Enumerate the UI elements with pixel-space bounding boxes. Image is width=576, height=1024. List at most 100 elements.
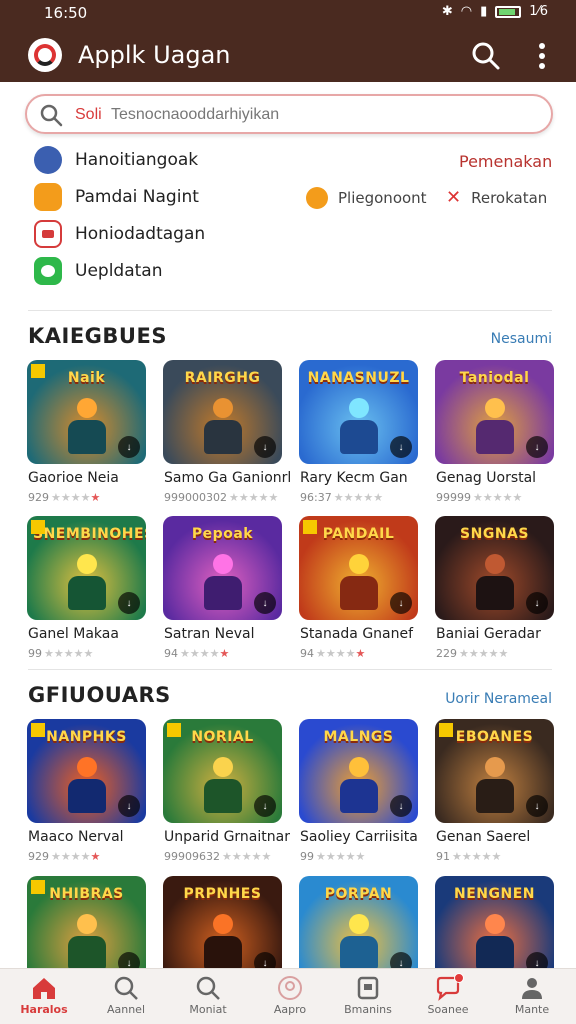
game-tile[interactable]: NANASNUZL ↓: [299, 360, 418, 464]
game-name[interactable]: Gaorioe Neia: [28, 470, 153, 486]
game-character-figure: [473, 398, 517, 454]
download-badge-icon: ↓: [390, 436, 412, 458]
game-rating: 99999 ★★★★★: [436, 491, 561, 504]
star-rating-icon: ★★★★★: [316, 850, 366, 863]
bottom-navigation: Haralos Aannel Moniat Aapro Bmanins Soanee Man…: [0, 968, 576, 1024]
game-rating: 99909632 ★★★★★: [164, 850, 289, 863]
game-name[interactable]: Stanada Gnanef: [300, 626, 425, 642]
status-extra: 1⁄6: [529, 4, 548, 19]
search-icon: [194, 975, 222, 1001]
nav-item-bmanins[interactable]: Bmanins: [328, 975, 408, 1016]
game-tile[interactable]: RAIRGHG ↓: [163, 360, 282, 464]
featured-tag-icon: [439, 723, 453, 737]
nav-label: Aapro: [273, 1003, 307, 1016]
game-name[interactable]: Ganel Makaa: [28, 626, 153, 642]
game-cover-title: SNGNAS: [460, 526, 529, 542]
status-bar: 16:50 ✱ ◠ ▮ 1⁄6: [0, 0, 576, 28]
game-name[interactable]: Rary Kecm Gan: [300, 470, 425, 486]
game-tile[interactable]: SNEMBINOHES ↓: [27, 516, 146, 620]
featured-tag-icon: [31, 723, 45, 737]
side-link-mid[interactable]: Pliegonoont: [306, 187, 427, 209]
game-cover-title: Naik: [67, 370, 106, 386]
status-time: 16:50: [44, 4, 88, 22]
coin-icon: [306, 187, 328, 209]
star-rating-icon: ★★★★★: [44, 647, 94, 660]
game-tile[interactable]: Naik ↓: [27, 360, 146, 464]
side-link-top[interactable]: Pemenakan: [459, 152, 552, 171]
more-options-button[interactable]: [530, 40, 554, 72]
nav-item-aapro[interactable]: Aapro: [250, 975, 330, 1016]
game-name[interactable]: Maaco Nerval: [28, 829, 153, 845]
game-character-figure: [201, 914, 245, 970]
game-tile[interactable]: PORPAN ↓: [299, 876, 418, 980]
game-name[interactable]: Genan Saerel: [436, 829, 561, 845]
game-tile[interactable]: NENGNEN ↓: [435, 876, 554, 980]
game-cover-title: Taniodal: [459, 370, 530, 386]
nav-item-aannel[interactable]: Aannel: [86, 975, 166, 1016]
search-input[interactable]: [111, 102, 531, 128]
game-tile[interactable]: EBOANES ↓: [435, 719, 554, 823]
game-tile[interactable]: NHIBRAS ↓: [27, 876, 146, 980]
download-badge-icon: ↓: [390, 592, 412, 614]
category-row-1[interactable]: Hanoitiangoak: [34, 146, 198, 174]
nav-item-haralos[interactable]: Haralos: [4, 975, 84, 1016]
app-bar: Applk Uagan: [0, 28, 576, 82]
nav-item-moniat[interactable]: Moniat: [168, 975, 248, 1016]
game-cover-title: RAIRGHG: [184, 370, 261, 386]
nav-item-mante[interactable]: Mante: [492, 975, 572, 1016]
category-row-3[interactable]: Honiodadtagan: [34, 220, 205, 248]
game-rating: 91 ★★★★★: [436, 850, 561, 863]
game-tile[interactable]: PANDAIL ↓: [299, 516, 418, 620]
featured-tag-icon: [167, 723, 181, 737]
chat-icon: [434, 973, 464, 1001]
game-tile[interactable]: SNGNAS ↓: [435, 516, 554, 620]
game-rating: 96:37 ★★★★★: [300, 491, 425, 504]
status-icons: ✱ ◠ ▮ 1⁄6: [442, 4, 548, 19]
star-rating-icon: ★★★★★: [473, 491, 523, 504]
game-name[interactable]: Baniai Geradar: [436, 626, 561, 642]
rating-count: 94: [164, 647, 178, 660]
section-see-all-link[interactable]: Uorir Nerameal: [445, 691, 552, 707]
star-rating-icon: ★★★★★: [316, 647, 366, 660]
game-name[interactable]: Unparid Grnaitnar: [164, 829, 290, 845]
search-icon: [112, 975, 140, 1001]
section-see-all-link[interactable]: Nesaumi: [491, 331, 552, 347]
nav-label: Moniat: [189, 1003, 227, 1016]
game-character-figure: [337, 914, 381, 970]
category-row-4[interactable]: Uepldatan: [34, 257, 162, 285]
game-tile[interactable]: Pepoak ↓: [163, 516, 282, 620]
download-badge-icon: ↓: [390, 795, 412, 817]
game-character-figure: [201, 757, 245, 813]
document-icon: [354, 975, 382, 1001]
divider: [28, 310, 552, 311]
rating-count: 96:37: [300, 491, 332, 504]
game-name[interactable]: Genag Uorstal: [436, 470, 561, 486]
game-tile[interactable]: NORIAL ↓: [163, 719, 282, 823]
game-rating: 929 ★★★★★: [28, 850, 153, 863]
game-cover-title: EBOANES: [455, 729, 534, 745]
section-title: GFIUOUARS: [28, 683, 171, 707]
game-rating: 94 ★★★★★: [164, 647, 289, 660]
nav-item-soanee[interactable]: Soanee: [408, 973, 488, 1016]
game-name[interactable]: Satran Neval: [164, 626, 289, 642]
game-tile[interactable]: NANPHKS ↓: [27, 719, 146, 823]
search-bar[interactable]: Soli: [25, 94, 553, 134]
side-link-right[interactable]: ✕ Rerokatan: [446, 187, 547, 208]
category-label: Honiodadtagan: [75, 224, 206, 244]
search-button[interactable]: [470, 40, 502, 72]
game-controller-icon: [34, 183, 62, 211]
home-icon: [30, 975, 58, 1001]
game-tile[interactable]: Taniodal ↓: [435, 360, 554, 464]
nav-label: Haralos: [20, 1003, 68, 1016]
battery-icon: [495, 5, 522, 18]
game-cover-title: PORPAN: [324, 886, 393, 902]
star-rating-icon: ★★★★★: [229, 491, 279, 504]
category-row-2[interactable]: Pamdai Nagint: [34, 183, 199, 211]
game-tile[interactable]: PRPNHES ↓: [163, 876, 282, 980]
game-character-figure: [65, 554, 109, 610]
game-rating: 929 ★★★★★: [28, 491, 153, 504]
game-name[interactable]: Samo Ga Ganionrl: [164, 470, 291, 486]
game-tile[interactable]: MALNGS ↓: [299, 719, 418, 823]
nav-label: Mante: [514, 1003, 550, 1016]
game-name[interactable]: Saoliey Carriisita: [300, 829, 425, 845]
